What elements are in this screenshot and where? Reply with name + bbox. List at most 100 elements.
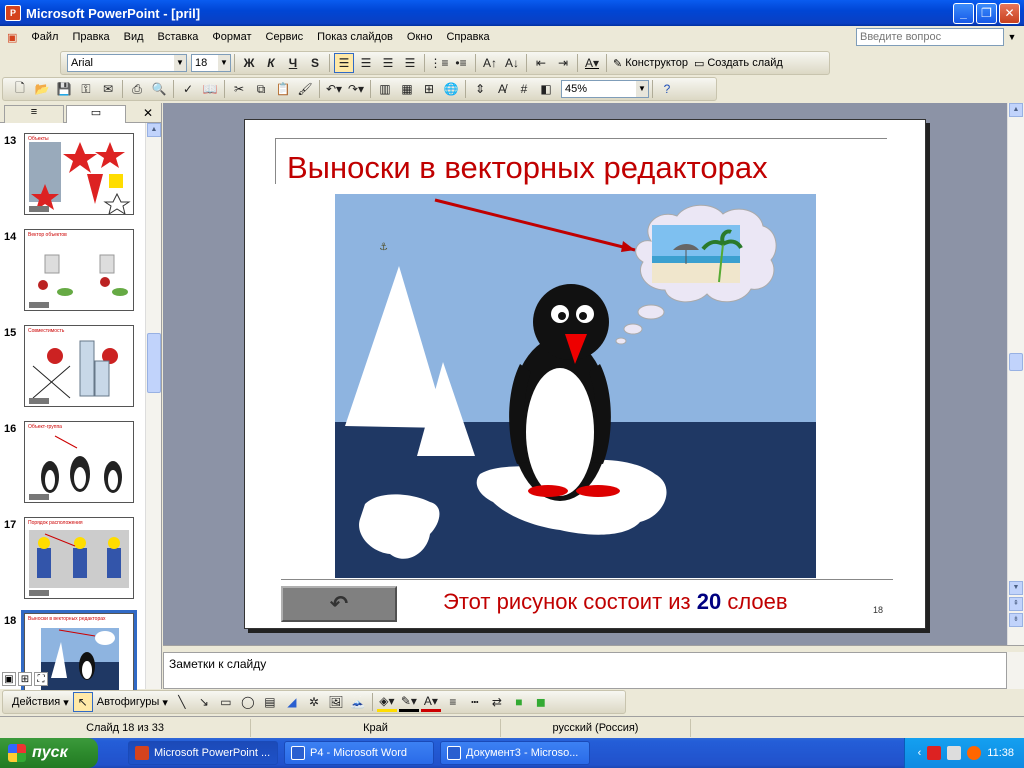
tray-expand-icon[interactable]: ‹ — [918, 747, 922, 759]
tab-slides[interactable]: ▭ — [66, 105, 126, 123]
align-right-icon[interactable]: ☰ — [378, 53, 398, 73]
scroll-thumb[interactable] — [1009, 353, 1023, 371]
open-icon[interactable]: 📂 — [32, 79, 52, 99]
chevron-down-icon[interactable]: ▼ — [636, 81, 648, 97]
dash-style-icon[interactable]: ┅ — [465, 692, 485, 712]
actions-menu[interactable]: Действия ▾ — [9, 696, 72, 709]
designer-button[interactable]: ✎ Конструктор — [610, 57, 691, 70]
menu-tools[interactable]: Сервис — [259, 31, 311, 43]
clock[interactable]: 11:38 — [987, 747, 1014, 759]
menu-edit[interactable]: Правка — [65, 31, 116, 43]
color-grayscale-icon[interactable]: ◧ — [536, 79, 556, 99]
task-word-p4[interactable]: P4 - Microsoft Word — [284, 741, 434, 765]
scroll-thumb[interactable] — [147, 333, 161, 393]
3d-style-icon[interactable]: ◼ — [531, 692, 551, 712]
hyperlink-icon[interactable]: 🌐 — [441, 79, 461, 99]
thumbnail-row-16[interactable]: 16 Объект-группа — [0, 421, 146, 505]
increase-font-icon[interactable]: A↑ — [480, 53, 500, 73]
line-icon[interactable]: ╲ — [172, 692, 192, 712]
menu-format[interactable]: Формат — [205, 31, 258, 43]
network-icon[interactable] — [947, 746, 962, 760]
new-slide-button[interactable]: ▭ Создать слайд — [691, 57, 786, 70]
decrease-indent-icon[interactable]: ⇤ — [531, 53, 551, 73]
scroll-up-icon[interactable]: ▲ — [147, 123, 161, 137]
help-icon[interactable]: ? — [657, 79, 677, 99]
copy-icon[interactable]: ⧉ — [251, 79, 271, 99]
font-color-icon[interactable]: A▾ — [420, 692, 441, 712]
align-left-icon[interactable]: ☰ — [334, 53, 354, 73]
bold-button[interactable]: Ж — [239, 53, 259, 73]
oval-icon[interactable]: ◯ — [238, 692, 258, 712]
save-icon[interactable]: 💾 — [54, 79, 74, 99]
document-icon[interactable]: ▣ — [0, 31, 24, 44]
chart-icon[interactable]: ▥ — [375, 79, 395, 99]
menu-file[interactable]: Файл — [24, 31, 65, 43]
format-painter-icon[interactable]: 🖌 — [295, 79, 315, 99]
font-size-combo[interactable]: 18 ▼ — [191, 54, 231, 72]
increase-indent-icon[interactable]: ⇥ — [553, 53, 573, 73]
minimize-button[interactable]: _ — [953, 3, 974, 24]
notes-pane[interactable]: Заметки к слайду — [163, 652, 1007, 689]
slide-caption[interactable]: Этот рисунок состоит из 20 слоев — [443, 589, 788, 615]
email-icon[interactable]: ✉ — [98, 79, 118, 99]
slide-thumbnail-13[interactable]: Объекты — [24, 133, 134, 215]
show-formatting-icon[interactable]: A̸ — [492, 79, 512, 99]
diagram-icon[interactable]: ✲ — [304, 692, 324, 712]
slide-thumbnail-14[interactable]: Вектор объектов — [24, 229, 134, 311]
slide-scrollbar[interactable]: ▲ ▼ ⇞ ⇟ — [1007, 103, 1024, 645]
scroll-up-icon[interactable]: ▲ — [1009, 103, 1023, 117]
arrow-icon[interactable]: ↘ — [194, 692, 214, 712]
close-button[interactable]: ✕ — [999, 3, 1020, 24]
thumbnail-row-14[interactable]: 14 Вектор объектов — [0, 229, 146, 313]
permission-icon[interactable]: ⚿ — [76, 79, 96, 99]
penguin-illustration[interactable]: ⚓ — [335, 194, 816, 578]
picture-icon[interactable]: 🗻 — [348, 692, 368, 712]
shadow-button[interactable]: S — [305, 53, 325, 73]
powerpoint-app-icon[interactable]: P — [5, 5, 21, 21]
thumbnail-row-17[interactable]: 17 Порядок расположения — [0, 517, 146, 601]
close-icon[interactable]: ✕ — [143, 106, 153, 120]
current-slide[interactable]: Выноски в векторных редакторах ⚓ ↶ Этот … — [244, 119, 926, 629]
notes-splitter[interactable] — [163, 645, 1024, 652]
menu-slideshow[interactable]: Показ слайдов — [310, 31, 400, 43]
decrease-font-icon[interactable]: A↓ — [502, 53, 522, 73]
slide-thumbnail-17[interactable]: Порядок расположения — [24, 517, 134, 599]
grid-icon[interactable]: # — [514, 79, 534, 99]
chevron-down-icon[interactable]: ▼ — [174, 55, 186, 71]
slide-thumbnail-16[interactable]: Объект-группа — [24, 421, 134, 503]
menu-window[interactable]: Окно — [400, 31, 440, 43]
menu-help[interactable]: Справка — [439, 31, 496, 43]
font-name-combo[interactable]: Arial ▼ — [67, 54, 187, 72]
notes-scrollbar[interactable] — [1007, 652, 1024, 689]
italic-button[interactable]: К — [261, 53, 281, 73]
chevron-down-icon[interactable]: ▼ — [1006, 28, 1018, 46]
tables-borders-icon[interactable]: ⊞ — [419, 79, 439, 99]
next-slide-icon[interactable]: ⇟ — [1009, 613, 1023, 627]
chevron-down-icon[interactable]: ▼ — [218, 55, 230, 71]
normal-view-icon[interactable]: ▣ — [2, 672, 16, 686]
menu-view[interactable]: Вид — [117, 31, 151, 43]
expand-all-icon[interactable]: ⇕ — [470, 79, 490, 99]
slideshow-icon[interactable]: ⛶ — [34, 672, 48, 686]
cut-icon[interactable]: ✂ — [229, 79, 249, 99]
justify-icon[interactable]: ☰ — [400, 53, 420, 73]
ask-question-input[interactable]: Введите вопрос — [856, 28, 1004, 46]
previous-slide-icon[interactable]: ⇞ — [1009, 597, 1023, 611]
start-button[interactable]: пуск — [0, 738, 98, 768]
line-color-icon[interactable]: ✎▾ — [398, 692, 419, 712]
shadow-style-icon[interactable]: ■ — [509, 692, 529, 712]
font-color-icon[interactable]: A▾ — [582, 53, 602, 73]
rectangle-icon[interactable]: ▭ — [216, 692, 236, 712]
slide-title[interactable]: Выноски в векторных редакторах — [287, 150, 768, 186]
bullets-icon[interactable]: •≡ — [451, 53, 471, 73]
fill-color-icon[interactable]: ◈▾ — [376, 692, 397, 712]
print-icon[interactable]: ⎙ — [127, 79, 147, 99]
scroll-down-icon[interactable]: ▼ — [1009, 581, 1023, 595]
thumbnails-scrollbar[interactable]: ▲ — [145, 123, 161, 689]
arrow-style-icon[interactable]: ⇄ — [487, 692, 507, 712]
line-style-icon[interactable]: ≡ — [443, 692, 463, 712]
preview-icon[interactable]: 🔍 — [149, 79, 169, 99]
thumbnail-row-15[interactable]: 15 Совместимость — [0, 325, 146, 409]
paste-icon[interactable]: 📋 — [273, 79, 293, 99]
tab-outline[interactable]: ≡ — [4, 105, 64, 123]
